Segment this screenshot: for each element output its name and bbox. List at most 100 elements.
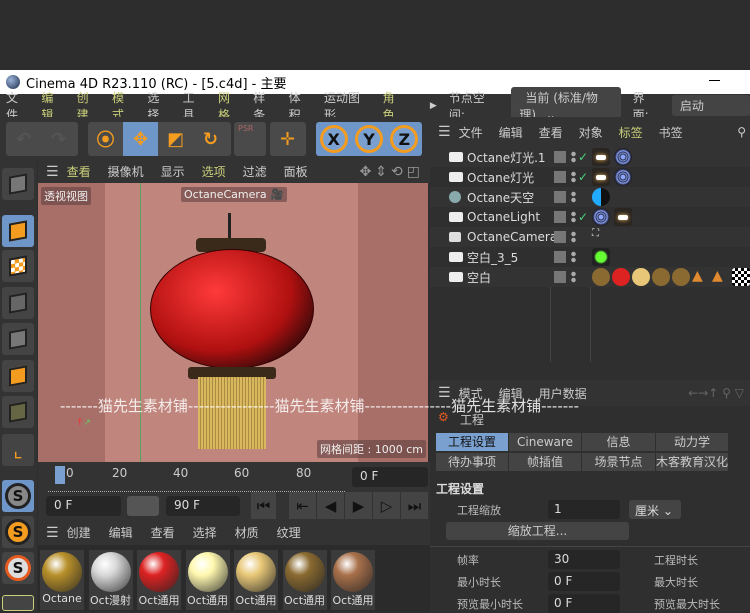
light-tag-icon[interactable]	[592, 148, 610, 166]
om-menu-object[interactable]: 对象	[579, 124, 603, 141]
goto-start-button[interactable]: ⏮	[251, 492, 276, 519]
move-tool-icon[interactable]: ✥	[123, 122, 158, 156]
visibility-dots-icon[interactable]	[571, 191, 576, 203]
material-swatch[interactable]: Oct通用	[282, 550, 327, 610]
viewport-menu-camera[interactable]: 摄像机	[108, 163, 144, 180]
3d-viewport[interactable]: 透视视图 OctaneCamera 🎥 网格间距 : 1000 cm ↑↗	[38, 183, 428, 462]
mat-menu-texture[interactable]: 纹理	[277, 524, 301, 541]
x-axis-lock[interactable]: X	[319, 125, 348, 153]
snap-settings-icon[interactable]: S	[2, 516, 34, 548]
visibility-dots-icon[interactable]	[571, 151, 576, 163]
light-tag-icon[interactable]	[614, 208, 632, 226]
hamburger-icon[interactable]: ☰	[438, 124, 451, 140]
rotate-tool-icon[interactable]: ↻	[193, 122, 228, 156]
triangle-tag-icon[interactable]: ▲	[712, 268, 730, 286]
viewport-menu-panel[interactable]: 面板	[284, 163, 308, 180]
range-slider[interactable]	[127, 496, 159, 516]
object-row[interactable]: OctaneLight ✓	[430, 207, 750, 227]
hamburger-icon[interactable]: ☰	[46, 164, 59, 180]
om-menu-bookmarks[interactable]: 书签	[659, 124, 683, 141]
material-tag-icon[interactable]	[652, 268, 670, 286]
tab-info[interactable]: 信息	[582, 433, 655, 451]
edit-toggle-icon[interactable]	[554, 251, 566, 263]
make-editable-icon[interactable]	[2, 168, 34, 200]
axis-icon[interactable]: ✛	[270, 122, 305, 156]
checker-tag-icon[interactable]	[732, 268, 750, 286]
scale-field[interactable]: 1	[548, 500, 620, 519]
viewport-nav-icons[interactable]: ✥⇕⟲◰	[360, 164, 424, 180]
edge-mode-icon[interactable]	[2, 323, 34, 355]
object-row[interactable]: 空白_3_5	[430, 247, 750, 267]
material-tag-icon[interactable]	[632, 268, 650, 286]
unit-dropdown[interactable]: 厘米 ⌄	[629, 500, 681, 519]
scale-project-button[interactable]: 缩放工程...	[446, 522, 629, 540]
play-button[interactable]: ▶	[345, 492, 372, 519]
viewport-menu-filter[interactable]: 过滤	[243, 163, 267, 180]
tab-scene-nodes[interactable]: 场景节点	[582, 453, 655, 471]
object-row[interactable]: Octane灯光 ✓	[430, 167, 750, 187]
material-tag-icon[interactable]	[672, 268, 690, 286]
edit-toggle-icon[interactable]	[554, 171, 566, 183]
texture-mode-icon[interactable]	[2, 250, 34, 282]
om-menu-tags[interactable]: 标签	[619, 124, 643, 141]
redo-button[interactable]: ↷	[41, 122, 76, 156]
tab-localization[interactable]: 木客教育汉化	[656, 453, 728, 471]
layout-dropdown[interactable]: 启动	[671, 95, 750, 116]
visibility-dots-icon[interactable]	[571, 231, 576, 243]
axis-mode-icon[interactable]: ⌞	[2, 434, 34, 466]
hamburger-icon[interactable]: ☰	[46, 525, 59, 541]
edit-toggle-icon[interactable]	[554, 211, 566, 223]
environment-tag-icon[interactable]	[592, 188, 610, 206]
polygon-mode-icon[interactable]	[2, 360, 34, 392]
extra-tool-icon[interactable]	[2, 595, 34, 611]
om-menu-file[interactable]: 文件	[459, 124, 483, 141]
tab-project-settings[interactable]: 工程设置	[436, 433, 508, 451]
target-tag-icon[interactable]	[614, 148, 632, 166]
material-swatch[interactable]: Octane	[40, 550, 84, 610]
object-row[interactable]: 空白 ▲ ▲	[430, 267, 750, 287]
edit-toggle-icon[interactable]	[554, 231, 566, 243]
next-frame-button[interactable]: ▷	[373, 492, 400, 519]
preview-min-field[interactable]: 0 F	[548, 594, 620, 613]
visibility-dots-icon[interactable]	[571, 271, 576, 283]
scale-tool-icon[interactable]: ◩	[158, 122, 193, 156]
om-menu-view[interactable]: 查看	[539, 124, 563, 141]
start-frame-field[interactable]: 0 F	[46, 496, 121, 516]
edit-toggle-icon[interactable]	[554, 151, 566, 163]
object-row[interactable]: Octane天空	[430, 187, 750, 207]
fps-field[interactable]: 30	[548, 550, 620, 569]
object-row[interactable]: OctaneCamera ⛶	[430, 227, 750, 247]
playhead[interactable]	[55, 466, 65, 484]
mat-menu-material[interactable]: 材质	[235, 524, 259, 541]
min-time-field[interactable]: 0 F	[548, 572, 620, 591]
expand-arrow-icon[interactable]: ▶	[430, 101, 437, 111]
prev-key-button[interactable]: ⇤	[289, 492, 316, 519]
psr-button[interactable]: PSR	[234, 122, 266, 156]
prev-frame-button[interactable]: ◀	[317, 492, 344, 519]
end-frame-field[interactable]: 90 F	[166, 496, 240, 516]
visibility-dots-icon[interactable]	[571, 211, 576, 223]
visibility-dots-icon[interactable]	[571, 251, 576, 263]
material-swatch[interactable]: Oct通用	[185, 550, 230, 610]
tab-todo[interactable]: 待办事项	[436, 453, 508, 471]
goto-end-button[interactable]: ⏭	[401, 492, 428, 519]
enabled-check-icon[interactable]: ✓	[578, 210, 588, 224]
uv-mode-icon[interactable]	[2, 396, 34, 428]
search-icon[interactable]: ⚲	[737, 125, 746, 139]
z-axis-lock[interactable]: Z	[390, 125, 419, 153]
enabled-check-icon[interactable]: ✓	[578, 150, 588, 164]
snap-icon[interactable]: S	[2, 480, 34, 512]
target-tag-icon[interactable]	[614, 168, 632, 186]
viewport-menu-view[interactable]: 查看	[67, 163, 91, 180]
tab-dynamics[interactable]: 动力学	[656, 433, 728, 451]
material-tag-icon[interactable]	[612, 268, 630, 286]
green-tag-icon[interactable]	[592, 248, 610, 266]
material-swatch[interactable]: Oct通用	[234, 550, 278, 610]
camera-tag-icon[interactable]: ⛶	[592, 228, 610, 246]
edit-toggle-icon[interactable]	[554, 271, 566, 283]
enabled-check-icon[interactable]: ✓	[578, 170, 588, 184]
undo-button[interactable]: ↶	[6, 122, 41, 156]
triangle-tag-icon[interactable]: ▲	[692, 268, 710, 286]
minimize-button[interactable]	[709, 80, 720, 81]
visibility-dots-icon[interactable]	[571, 171, 576, 183]
